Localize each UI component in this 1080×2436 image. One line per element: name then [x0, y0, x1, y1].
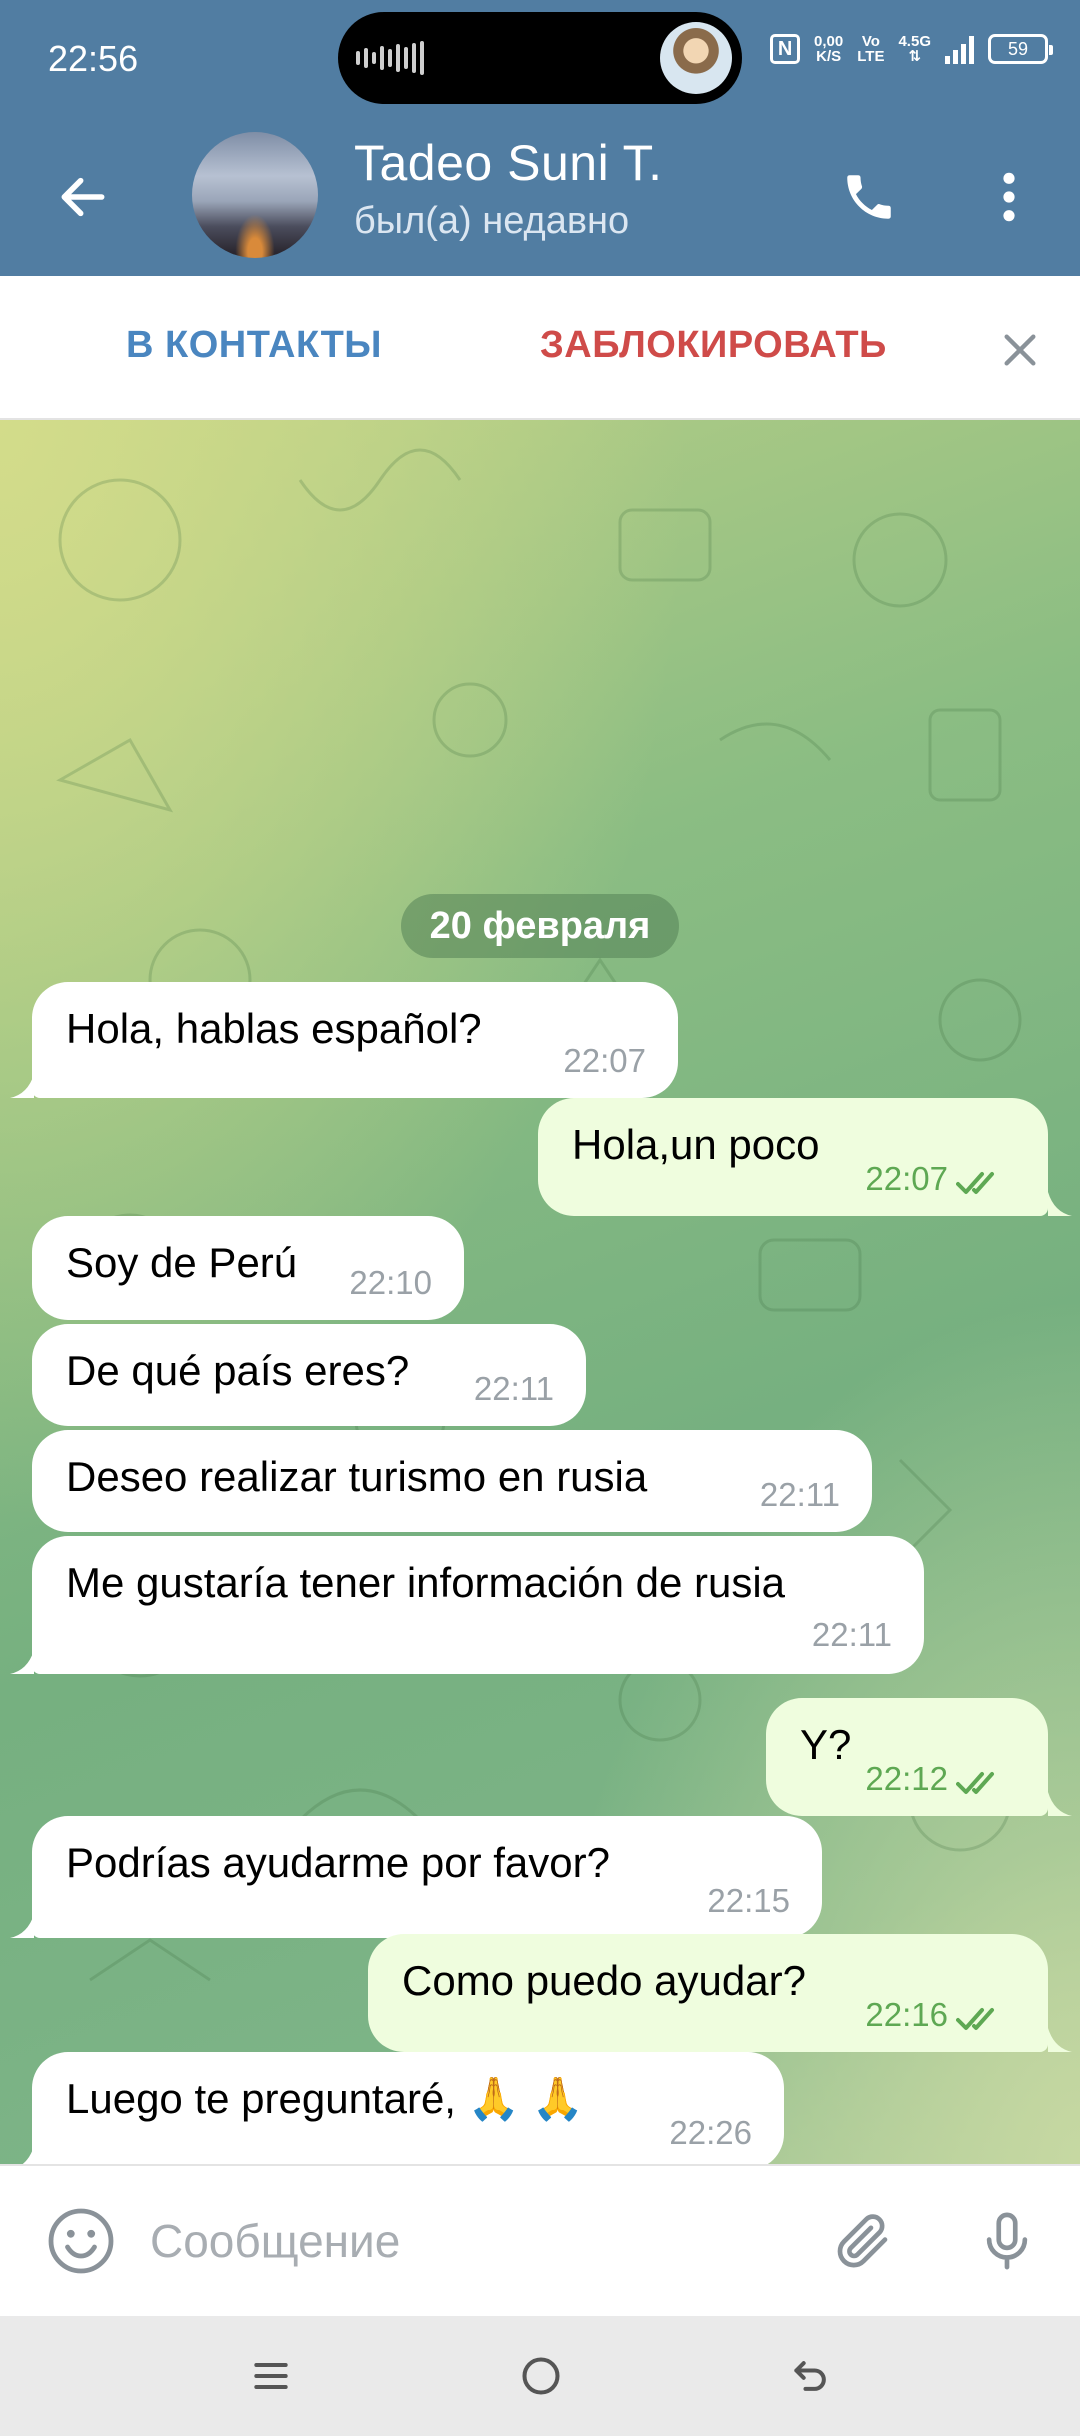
message-bubble[interactable]: Como puedo ayudar? 22:16 — [368, 1934, 1048, 2052]
emoji-button[interactable] — [40, 2200, 122, 2282]
message-text: Podrías ayudarme por favor? — [66, 1839, 610, 1886]
add-to-contacts-button[interactable]: В КОНТАКТЫ — [126, 324, 382, 367]
back-nav-button[interactable] — [766, 2340, 856, 2412]
message-bubble[interactable]: De qué país eres? 22:11 — [32, 1324, 586, 1426]
paperclip-icon — [837, 2214, 888, 2268]
bubble-tail — [10, 1914, 34, 1938]
last-seen-status: был(а) недавно — [354, 200, 630, 242]
message-time: 22:16 — [865, 1996, 948, 2033]
message-text: Como puedo ayudar? — [402, 1957, 806, 2004]
more-vertical-icon — [1003, 172, 1015, 222]
bubble-tail — [22, 2146, 34, 2164]
back-button[interactable] — [40, 154, 126, 240]
message-bubble[interactable]: Y? 22:12 — [766, 1698, 1048, 1816]
message-bubble[interactable]: Luego te preguntaré, 🙏 🙏 22:26 — [32, 2052, 784, 2164]
attach-button[interactable] — [822, 2200, 904, 2282]
menu-lines-icon — [254, 2362, 288, 2390]
home-circle-icon — [522, 2357, 560, 2395]
system-navigation-bar — [0, 2316, 1080, 2436]
message-bubble[interactable]: Hola, hablas español? 22:07 — [32, 982, 678, 1098]
net-speed: 0,00 K/S — [814, 34, 843, 64]
chat-area[interactable]: 20 февраля Hola, hablas español? 22:07 H… — [0, 420, 1080, 2164]
status-icons: N 0,00 K/S Vo LTE 4.5G ⇅ 59 — [770, 34, 1053, 64]
close-icon — [1004, 334, 1036, 366]
net-speed-unit: K/S — [816, 48, 842, 65]
message-text: Hola, hablas español? — [66, 1005, 482, 1052]
status-bar: 22:56 N 0,00 K/S Vo LTE 4.5G ⇅ 59 — [0, 0, 1080, 118]
message-text: Soy de Perú — [66, 1239, 298, 1286]
microphone-icon — [986, 2212, 1028, 2270]
media-thumbnail — [660, 22, 732, 94]
signal-icon — [945, 34, 974, 64]
arrow-left-icon — [61, 177, 105, 217]
message-time: 22:07 — [865, 1160, 948, 1197]
message-input[interactable] — [150, 2196, 790, 2286]
undo-back-icon — [794, 2361, 826, 2391]
nfc-icon: N — [770, 34, 801, 64]
message-time: 22:11 — [759, 1476, 840, 1513]
chat-header: Tadeo Suni T. был(а) недавно — [0, 118, 1080, 276]
bubble-tail — [1048, 2028, 1072, 2052]
message-composer — [0, 2164, 1080, 2316]
read-checks-icon — [956, 1172, 994, 1194]
bubble-tail — [10, 1650, 34, 1674]
message-time: 22:11 — [473, 1370, 554, 1407]
message-text: De qué país eres? — [66, 1347, 410, 1394]
volte-indicator: Vo LTE — [857, 34, 884, 64]
message-text: Luego te preguntaré, 🙏 🙏 — [66, 2075, 584, 2122]
message-time: 22:12 — [865, 1760, 948, 1797]
message-text: Me gustaría tener información de rusia — [66, 1559, 786, 1606]
more-menu-button[interactable] — [966, 154, 1052, 240]
data-arrows-icon: ⇅ — [908, 48, 922, 65]
audio-wave-icon — [356, 12, 424, 104]
network-label: 4.5G — [898, 33, 931, 50]
date-separator: 20 февраля — [401, 894, 679, 958]
bubble-tail — [10, 1074, 34, 1098]
message-text: Hola,un poco — [572, 1121, 820, 1168]
status-time: 22:56 — [48, 38, 139, 79]
block-user-button[interactable]: ЗАБЛОКИРОВАТЬ — [540, 324, 887, 367]
phone-icon — [847, 175, 891, 219]
volte-bottom: LTE — [857, 48, 885, 65]
message-time: 22:10 — [349, 1264, 432, 1301]
voice-record-button[interactable] — [966, 2200, 1048, 2282]
bubble-tail — [1048, 1192, 1072, 1216]
net-speed-value: 0,00 — [814, 33, 844, 50]
message-text: Deseo realizar turismo en rusia — [66, 1453, 648, 1500]
call-button[interactable] — [826, 154, 912, 240]
read-checks-icon — [956, 1772, 994, 1794]
contact-action-bar: В КОНТАКТЫ ЗАБЛОКИРОВАТЬ — [0, 276, 1080, 420]
message-text: Y? — [800, 1721, 852, 1768]
smile-icon — [48, 2208, 114, 2274]
avatar[interactable] — [192, 132, 318, 258]
message-bubble[interactable]: Me gustaría tener información de rusia 2… — [32, 1536, 924, 1674]
message-time: 22:15 — [707, 1882, 790, 1919]
close-action-bar-button[interactable] — [984, 314, 1056, 386]
message-bubble[interactable]: Hola,un poco 22:07 — [538, 1098, 1048, 1216]
message-bubble[interactable]: Deseo realizar turismo en rusia 22:11 — [32, 1430, 872, 1532]
message-bubble[interactable]: Soy de Perú 22:10 — [32, 1216, 464, 1320]
read-checks-icon — [956, 2008, 994, 2030]
volte-top: Vo — [861, 33, 880, 50]
dynamic-island[interactable] — [338, 12, 742, 104]
contact-name[interactable]: Tadeo Suni T. — [354, 134, 663, 192]
recent-apps-button[interactable] — [226, 2340, 316, 2412]
network-type: 4.5G ⇅ — [898, 34, 931, 64]
message-time: 22:07 — [563, 1042, 646, 1079]
battery-icon: 59 — [988, 34, 1053, 64]
message-time: 22:11 — [811, 1616, 892, 1653]
home-button[interactable] — [496, 2340, 586, 2412]
message-bubble[interactable]: Podrías ayudarme por favor? 22:15 — [32, 1816, 822, 1938]
battery-level: 59 — [1007, 38, 1029, 59]
bubble-tail — [1048, 1792, 1072, 1816]
message-time: 22:26 — [669, 2114, 752, 2151]
